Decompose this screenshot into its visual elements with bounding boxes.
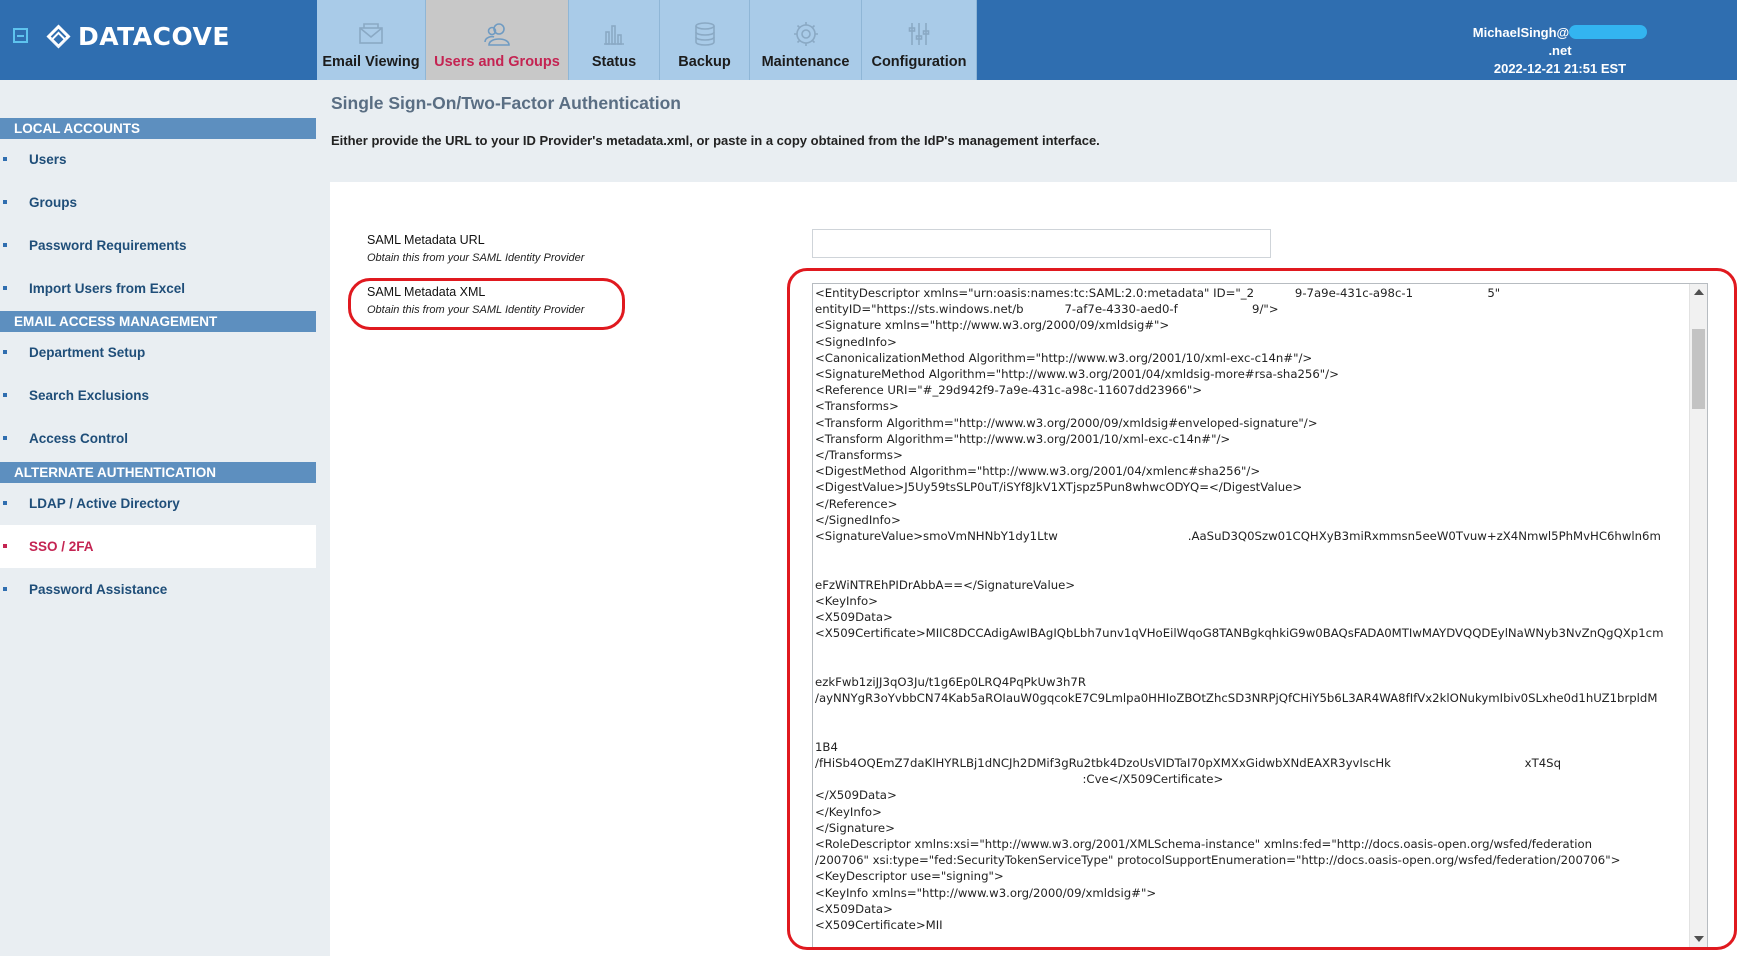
tab-email-viewing[interactable]: Email Viewing bbox=[317, 0, 426, 80]
xml-line: </Transforms> bbox=[815, 448, 903, 463]
xml-line: </SignedInfo> bbox=[815, 512, 901, 527]
xml-line: <Reference URI="#_29d942f9-7a9e-431c-a98… bbox=[815, 383, 1203, 398]
scroll-up-icon[interactable] bbox=[1694, 289, 1704, 295]
xml-line: /ayNNYgR3oYvbbCN74Kab5aROIauW0gqcokE7C9L… bbox=[815, 691, 1658, 706]
saml-xml-label: SAML Metadata XML bbox=[367, 285, 486, 299]
xml-content: <EntityDescriptor xmlns="urn:oasis:names… bbox=[815, 285, 1689, 933]
sidebar-item-sso-2fa[interactable]: SSO / 2FA bbox=[0, 525, 316, 568]
xml-line: <X509Certificate>MIIC8DCCAdigAwIBAgIQbLb… bbox=[815, 626, 1664, 641]
xml-line: <X509Data> bbox=[815, 610, 893, 625]
xml-line: <Transform Algorithm="http://www.w3.org/… bbox=[815, 415, 1318, 430]
sidebar-item-password-requirements[interactable]: Password Requirements bbox=[0, 224, 316, 267]
xml-line: entityID="https://sts.windows.net/b 7-af… bbox=[815, 302, 1279, 317]
saml-xml-hint: Obtain this from your SAML Identity Prov… bbox=[367, 304, 585, 316]
database-icon bbox=[691, 20, 719, 48]
bullet-icon bbox=[3, 243, 7, 247]
xml-line: <SignedInfo> bbox=[815, 334, 897, 349]
xml-line: /fHiSb4OQEmZ7daKlHYRLBj1dNCJh2DMif3gRu2t… bbox=[815, 755, 1562, 770]
datacove-logo-icon bbox=[46, 24, 71, 49]
sidebar-item-department-setup[interactable]: Department Setup bbox=[0, 331, 316, 374]
tab-users-and-groups[interactable]: Users and Groups bbox=[426, 0, 569, 80]
tab-status[interactable]: Status bbox=[569, 0, 660, 80]
xml-line: </X509Data> bbox=[815, 788, 897, 803]
bullet-icon bbox=[3, 501, 7, 505]
saml-metadata-xml-textarea[interactable]: <EntityDescriptor xmlns="urn:oasis:names… bbox=[812, 283, 1708, 948]
user-info: MichaelSingh@.net 2022-12-21 21:51 EST bbox=[1470, 24, 1650, 78]
xml-scrollbar[interactable] bbox=[1689, 284, 1707, 947]
xml-line: <KeyDescriptor use="signing"> bbox=[815, 869, 1004, 884]
bullet-icon bbox=[3, 200, 7, 204]
saml-metadata-url-input[interactable] bbox=[812, 229, 1271, 258]
tab-maintenance[interactable]: Maintenance bbox=[750, 0, 862, 80]
redacted-domain bbox=[1569, 25, 1648, 39]
bullet-icon bbox=[3, 350, 7, 354]
xml-line: </KeyInfo> bbox=[815, 804, 882, 819]
sidebar-item-password-assistance[interactable]: Password Assistance bbox=[0, 568, 316, 611]
bullet-icon bbox=[3, 393, 7, 397]
bullet-icon bbox=[3, 544, 7, 548]
scroll-down-icon[interactable] bbox=[1694, 936, 1704, 942]
section-alternate-authentication: ALTERNATE AUTHENTICATION bbox=[0, 462, 316, 483]
xml-line: <SignatureMethod Algorithm="http://www.w… bbox=[815, 367, 1339, 382]
xml-line: <RoleDescriptor xmlns:xsi="http://www.w3… bbox=[815, 836, 1593, 851]
tab-configuration[interactable]: Configuration bbox=[862, 0, 977, 80]
sidebar-item-import-users[interactable]: Import Users from Excel bbox=[0, 267, 316, 310]
xml-line bbox=[815, 658, 1689, 674]
xml-line: <Transforms> bbox=[815, 399, 899, 414]
bar-chart-icon bbox=[600, 20, 628, 48]
xml-line: <CanonicalizationMethod Algorithm="http:… bbox=[815, 350, 1313, 365]
bullet-icon bbox=[3, 436, 7, 440]
users-icon bbox=[483, 20, 511, 48]
sidebar: LOCAL ACCOUNTS Users Groups Password Req… bbox=[0, 80, 316, 956]
sidebar-item-ldap[interactable]: LDAP / Active Directory bbox=[0, 482, 316, 525]
xml-line: <KeyInfo> bbox=[815, 593, 878, 608]
xml-line: :Cve</X509Certificate> bbox=[815, 772, 1224, 787]
collapse-menu-icon[interactable] bbox=[13, 28, 28, 43]
xml-line bbox=[815, 544, 1689, 560]
page-description: Either provide the URL to your ID Provid… bbox=[331, 133, 1100, 148]
xml-line: <Signature xmlns="http://www.w3.org/2000… bbox=[815, 318, 1170, 333]
xml-line: ezkFwb1ziJJ3qO3Ju/t1g6Ep0LRQ4PqPkUw3h7R bbox=[815, 674, 1086, 689]
sidebar-item-users[interactable]: Users bbox=[0, 138, 316, 181]
xml-line: <Transform Algorithm="http://www.w3.org/… bbox=[815, 431, 1231, 446]
xml-line: </Reference> bbox=[815, 496, 898, 511]
bullet-icon bbox=[3, 157, 7, 161]
current-datetime: 2022-12-21 21:51 EST bbox=[1493, 61, 1627, 76]
sidebar-item-groups[interactable]: Groups bbox=[0, 181, 316, 224]
xml-line: <EntityDescriptor xmlns="urn:oasis:names… bbox=[815, 286, 1501, 300]
xml-line: </Signature> bbox=[815, 820, 895, 835]
bullet-icon bbox=[3, 286, 7, 290]
page-title: Single Sign-On/Two-Factor Authentication bbox=[331, 93, 681, 113]
xml-line: <X509Certificate>MII bbox=[815, 917, 943, 932]
envelope-icon bbox=[357, 20, 385, 48]
sidebar-item-access-control[interactable]: Access Control bbox=[0, 417, 316, 460]
saml-url-hint: Obtain this from your SAML Identity Prov… bbox=[367, 252, 585, 264]
tab-backup[interactable]: Backup bbox=[660, 0, 750, 80]
sidebar-item-search-exclusions[interactable]: Search Exclusions bbox=[0, 374, 316, 417]
sliders-icon bbox=[905, 20, 933, 48]
saml-url-label: SAML Metadata URL bbox=[367, 233, 485, 247]
scroll-thumb[interactable] bbox=[1692, 329, 1705, 409]
gear-icon bbox=[792, 20, 820, 48]
section-local-accounts: LOCAL ACCOUNTS bbox=[0, 118, 316, 139]
xml-line: <DigestValue>J5Uy59tsSLP0uT/iSYf8JkV1XTj… bbox=[815, 480, 1303, 495]
app-logo: DATACOVE bbox=[78, 22, 230, 51]
xml-line: <X509Data> bbox=[815, 901, 893, 916]
xml-line bbox=[815, 706, 1689, 722]
xml-line: <SignatureValue>smoVmNHNbY1dy1Ltw .AaSuD… bbox=[815, 529, 1661, 544]
section-email-access-management: EMAIL ACCESS MANAGEMENT bbox=[0, 311, 316, 332]
xml-line: <DigestMethod Algorithm="http://www.w3.o… bbox=[815, 464, 1261, 479]
top-header: DATACOVE Email Viewing Users and Groups … bbox=[0, 0, 1737, 80]
xml-line: eFzWiNTREhPIDrAbbA==</SignatureValue> bbox=[815, 577, 1076, 592]
bullet-icon bbox=[3, 587, 7, 591]
xml-line bbox=[815, 560, 1689, 576]
xml-line bbox=[815, 641, 1689, 657]
user-email[interactable]: MichaelSingh@.net bbox=[1470, 24, 1650, 60]
xml-line: /200706" xsi:type="fed:SecurityTokenServ… bbox=[815, 853, 1621, 868]
xml-line: 1B4 bbox=[815, 739, 838, 754]
xml-line bbox=[815, 722, 1689, 738]
main-tabs: Email Viewing Users and Groups Status Ba… bbox=[317, 0, 977, 80]
xml-line: <KeyInfo xmlns="http://www.w3.org/2000/0… bbox=[815, 885, 1157, 900]
